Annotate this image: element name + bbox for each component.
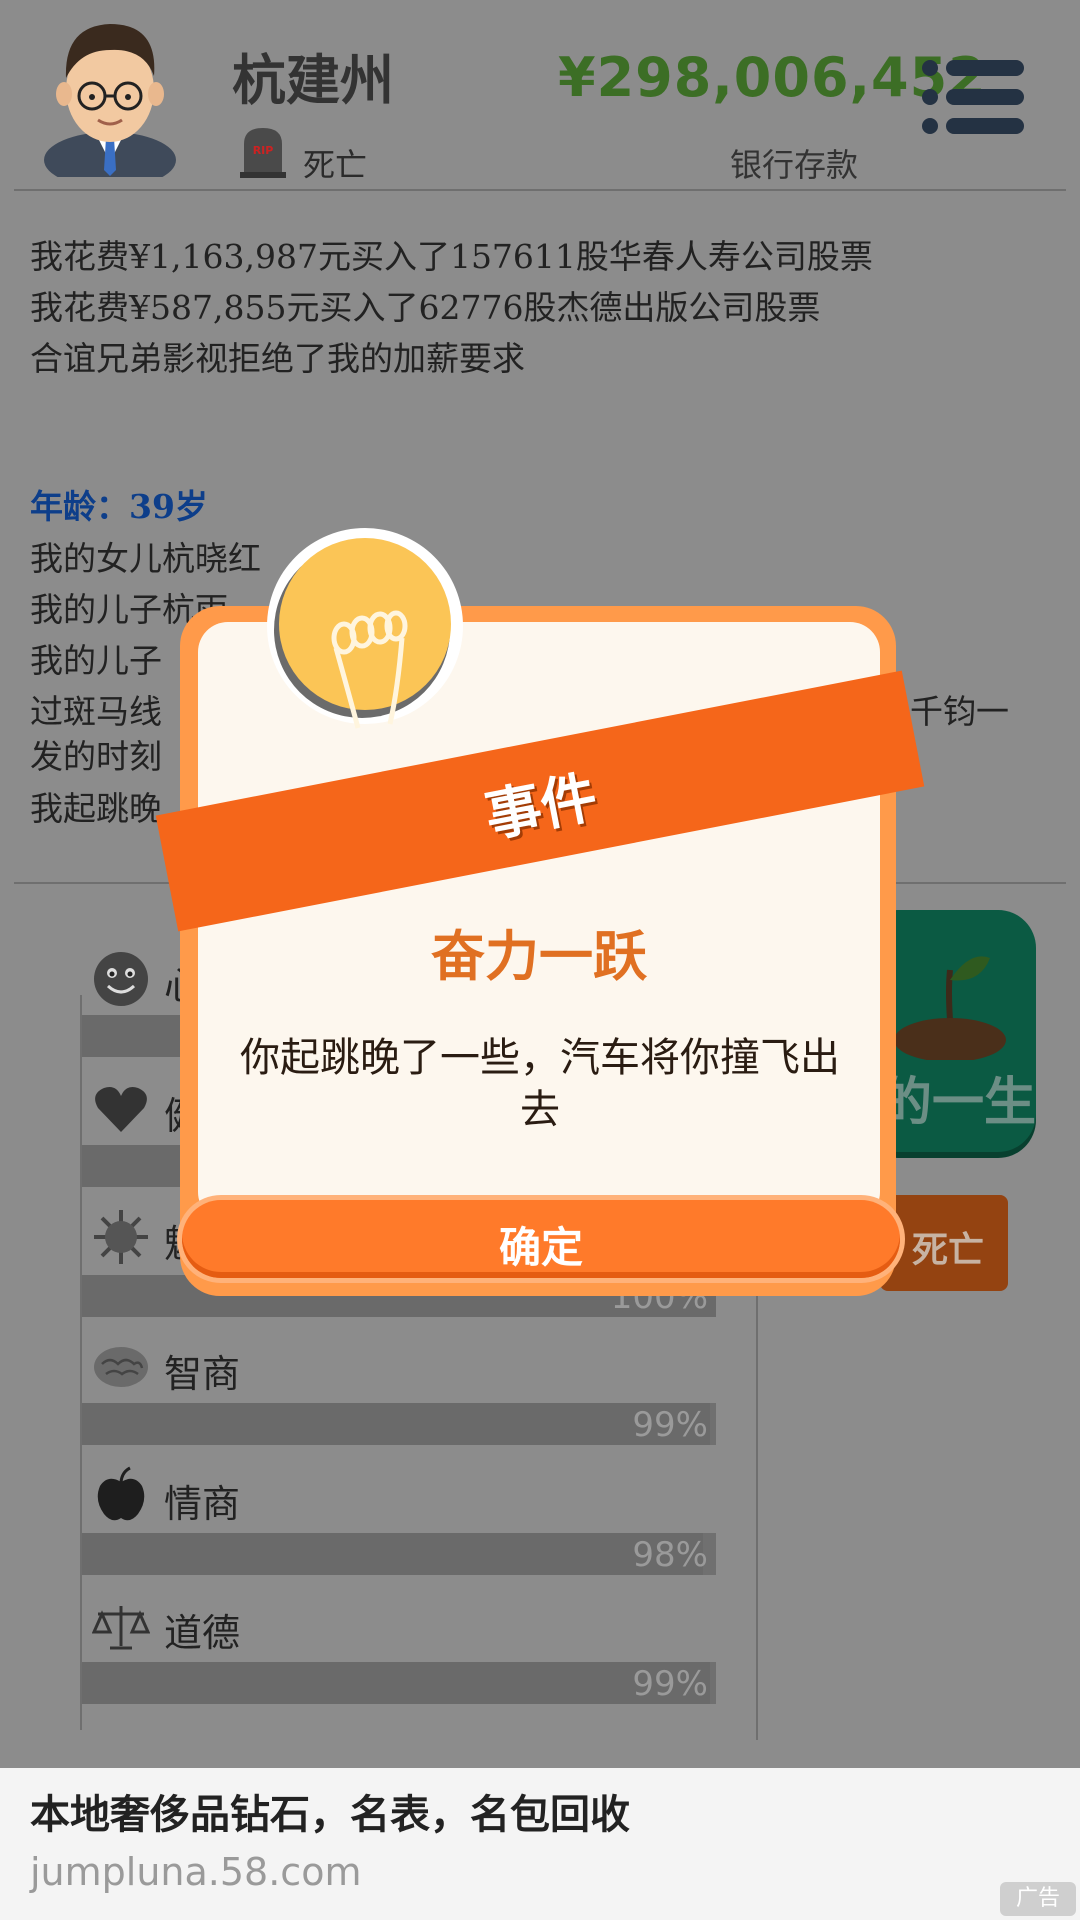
bank-deposit-label: 银行存款: [730, 146, 859, 184]
log-line: 我的女儿杭晓红: [30, 539, 261, 578]
header: 杭建州 RIP 死亡 ¥298,006,452 银行存款: [0, 0, 1080, 190]
log-line: 我起跳晚: [30, 789, 162, 828]
stat-fill: [82, 1662, 710, 1704]
death-button-label: 死亡: [912, 1230, 985, 1271]
avatar[interactable]: [40, 12, 180, 177]
log-line: 发的时刻: [30, 737, 162, 776]
status-text: 死亡: [303, 146, 368, 184]
scales-icon: [92, 1606, 150, 1650]
log-line: 千钧一: [910, 692, 1009, 731]
stat-label-morality: 道德: [164, 1611, 241, 1655]
confirm-button-label: 确定: [498, 1223, 583, 1272]
log-line: 我花费¥587,855元买入了62776股杰德出版公司股票: [30, 288, 821, 327]
event-title: 奋力一跃: [431, 925, 647, 988]
character-name: 杭建州: [232, 49, 394, 112]
stat-label-iq: 智商: [164, 1352, 241, 1396]
stat-bar-iq: 99%: [82, 1403, 716, 1445]
stat-bar-morality: 99%: [82, 1662, 716, 1704]
heart-icon: [95, 1087, 147, 1132]
log-line: 我花费¥1,163,987元买入了157611股华春人寿公司股票: [30, 237, 873, 276]
stats-frame: [80, 995, 82, 1730]
lightbulb-icon: [267, 528, 463, 729]
event-description: 你起跳晚了一些，汽车将你撞飞出去: [240, 1035, 840, 1133]
my-life-label: 的一生: [880, 1073, 1036, 1133]
age-heading: 年龄：39岁: [30, 487, 208, 526]
ad-banner[interactable]: 本地奢侈品钻石，名表，名包回收 jumpluna.58.com 广告: [0, 1768, 1080, 1920]
stat-fill: [82, 1403, 710, 1445]
stat-percent: 98%: [632, 1535, 708, 1575]
smiley-face-icon: [94, 952, 148, 1006]
brain-icon: [94, 1347, 148, 1387]
log-line: 合谊兄弟影视拒绝了我的加薪要求: [30, 339, 525, 378]
stat-fill: [82, 1533, 704, 1575]
log-line: 过斑马线: [30, 692, 162, 731]
stat-percent: 99%: [632, 1405, 708, 1445]
menu-icon[interactable]: [920, 58, 1024, 136]
svg-text:RIP: RIP: [253, 144, 274, 157]
stat-percent: 99%: [632, 1664, 708, 1704]
ad-badge-label: 广告: [1015, 1886, 1060, 1911]
log-line: 我的儿子: [30, 641, 162, 680]
ad-title: 本地奢侈品钻石，名表，名包回收: [30, 1792, 630, 1838]
confirm-button[interactable]: 确定: [182, 1200, 900, 1278]
ad-url: jumpluna.58.com: [30, 1850, 362, 1894]
stat-label-eq: 情商: [164, 1482, 241, 1526]
sun-icon: [94, 1210, 148, 1264]
ad-badge: 广告: [1000, 1882, 1076, 1916]
log-line-clipped: [30, 190, 129, 212]
apple-icon: [97, 1466, 145, 1521]
stat-bar-eq: 98%: [82, 1533, 716, 1575]
sprout-icon: [894, 956, 1006, 1060]
tombstone-icon: RIP: [240, 128, 286, 178]
